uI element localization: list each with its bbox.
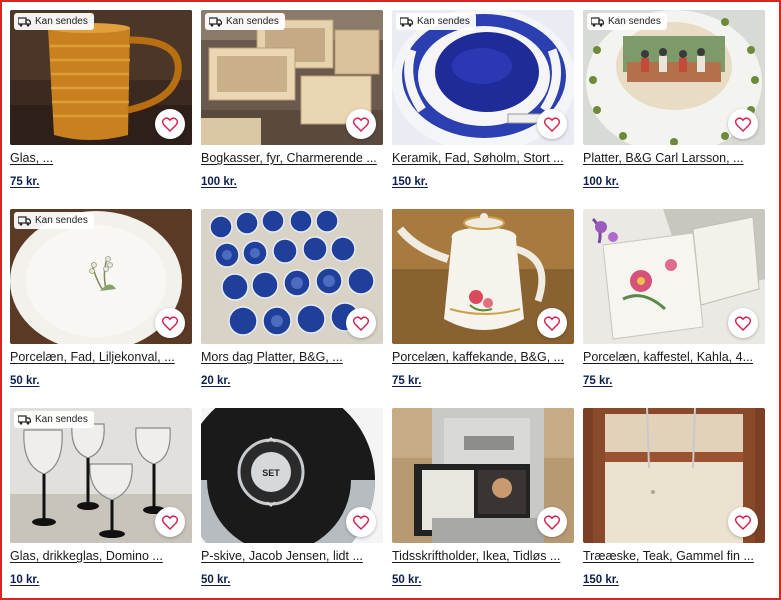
favorite-button[interactable] <box>155 109 185 139</box>
shipping-badge-label: Kan sendes <box>226 16 279 27</box>
favorite-button[interactable] <box>728 109 758 139</box>
listing-card[interactable]: Mors dag Platter, B&G, ... 20 kr. <box>201 209 383 389</box>
listing-card[interactable]: Porcelæn, kaffekande, B&G, ... 75 kr. <box>392 209 574 389</box>
listing-title[interactable]: Bogkasser, fyr, Charmerende ... <box>201 150 383 166</box>
heart-icon <box>544 315 560 331</box>
listing-image[interactable] <box>201 209 383 344</box>
listing-image[interactable]: Kan sendes <box>201 10 383 145</box>
listing-title[interactable]: Glas, drikkeglas, Domino ... <box>10 548 192 564</box>
listing-image[interactable] <box>392 408 574 543</box>
listing-card[interactable]: Trææske, Teak, Gammel fin ... 150 kr. <box>583 408 765 588</box>
shipping-badge: Kan sendes <box>396 13 476 30</box>
listing-price[interactable]: 150 kr. <box>583 574 619 586</box>
shipping-badge: Kan sendes <box>14 212 94 229</box>
listing-title[interactable]: Platter, B&G Carl Larsson, ... <box>583 150 765 166</box>
favorite-button[interactable] <box>728 308 758 338</box>
listing-image[interactable] <box>583 209 765 344</box>
listing-title[interactable]: P-skive, Jacob Jensen, lidt ... <box>201 548 383 564</box>
heart-icon <box>353 315 369 331</box>
listing-price[interactable]: 75 kr. <box>583 375 612 387</box>
listing-image[interactable]: Kan sendes <box>10 209 192 344</box>
truck-icon <box>18 414 31 425</box>
listing-image[interactable] <box>392 209 574 344</box>
favorite-button[interactable] <box>537 109 567 139</box>
heart-icon <box>735 514 751 530</box>
truck-icon <box>18 215 31 226</box>
shipping-badge: Kan sendes <box>14 411 94 428</box>
heart-icon <box>735 116 751 132</box>
listing-price[interactable]: 100 kr. <box>201 176 237 188</box>
heart-icon <box>735 315 751 331</box>
listing-card[interactable]: Kan sendes Porcelæn, Fad, Liljekonval, .… <box>10 209 192 389</box>
listing-card[interactable]: SET P-skive, Jacob Jensen, lidt ... 50 k… <box>201 408 383 588</box>
shipping-badge-label: Kan sendes <box>417 16 470 27</box>
listing-card[interactable]: Tidsskriftholder, Ikea, Tidløs ... 50 kr… <box>392 408 574 588</box>
truck-icon <box>18 16 31 27</box>
listing-price[interactable]: 50 kr. <box>392 574 421 586</box>
heart-icon <box>162 514 178 530</box>
shipping-badge-label: Kan sendes <box>35 414 88 425</box>
listing-title[interactable]: Keramik, Fad, Søholm, Stort ... <box>392 150 574 166</box>
shipping-badge-label: Kan sendes <box>35 16 88 27</box>
shipping-badge-label: Kan sendes <box>608 16 661 27</box>
listing-title[interactable]: Glas, ... <box>10 150 192 166</box>
listing-title[interactable]: Trææske, Teak, Gammel fin ... <box>583 548 765 564</box>
truck-icon <box>591 16 604 27</box>
listing-card[interactable]: Kan sendes Bogkasser, fyr, Charmerende .… <box>201 10 383 190</box>
listing-image[interactable]: Kan sendes <box>392 10 574 145</box>
favorite-button[interactable] <box>728 507 758 537</box>
heart-icon <box>544 116 560 132</box>
listing-price[interactable]: 20 kr. <box>201 375 230 387</box>
favorite-button[interactable] <box>537 308 567 338</box>
listing-title[interactable]: Porcelæn, kaffestel, Kahla, 4... <box>583 349 765 365</box>
listing-image[interactable]: Kan sendes <box>583 10 765 145</box>
favorite-button[interactable] <box>346 308 376 338</box>
listing-title[interactable]: Porcelæn, kaffekande, B&G, ... <box>392 349 574 365</box>
favorite-button[interactable] <box>346 109 376 139</box>
listing-title[interactable]: Tidsskriftholder, Ikea, Tidløs ... <box>392 548 574 564</box>
listing-card[interactable]: Kan sendes Keramik, Fad, Søholm, Stort .… <box>392 10 574 190</box>
favorite-button[interactable] <box>155 308 185 338</box>
shipping-badge: Kan sendes <box>587 13 667 30</box>
shipping-badge: Kan sendes <box>14 13 94 30</box>
heart-icon <box>162 315 178 331</box>
truck-icon <box>400 16 413 27</box>
listing-card[interactable]: Kan sendes Glas, drikkeglas, Domino ... … <box>10 408 192 588</box>
listing-price[interactable]: 50 kr. <box>201 574 230 586</box>
dial-label: SET <box>262 468 280 478</box>
shipping-badge-label: Kan sendes <box>35 215 88 226</box>
listing-price[interactable]: 150 kr. <box>392 176 428 188</box>
listing-price[interactable]: 75 kr. <box>392 375 421 387</box>
favorite-button[interactable] <box>346 507 376 537</box>
listing-price[interactable]: 10 kr. <box>10 574 39 586</box>
heart-icon <box>544 514 560 530</box>
listing-card[interactable]: Porcelæn, kaffestel, Kahla, 4... 75 kr. <box>583 209 765 389</box>
listing-price[interactable]: 100 kr. <box>583 176 619 188</box>
listing-card[interactable]: Kan sendes Glas, ... 75 kr. <box>10 10 192 190</box>
listing-card[interactable]: Kan sendes Platter, B&G Carl Larsson, ..… <box>583 10 765 190</box>
truck-icon <box>209 16 222 27</box>
shipping-badge: Kan sendes <box>205 13 285 30</box>
listing-image[interactable] <box>583 408 765 543</box>
listing-grid-panel: Kan sendes Glas, ... 75 kr. Kan sendes B… <box>0 0 781 600</box>
listing-image[interactable]: Kan sendes <box>10 408 192 543</box>
listing-image[interactable]: Kan sendes <box>10 10 192 145</box>
listing-price[interactable]: 50 kr. <box>10 375 39 387</box>
heart-icon <box>162 116 178 132</box>
heart-icon <box>353 116 369 132</box>
listing-title[interactable]: Mors dag Platter, B&G, ... <box>201 349 383 365</box>
favorite-button[interactable] <box>537 507 567 537</box>
listing-image[interactable]: SET <box>201 408 383 543</box>
favorite-button[interactable] <box>155 507 185 537</box>
listing-price[interactable]: 75 kr. <box>10 176 39 188</box>
heart-icon <box>353 514 369 530</box>
listing-title[interactable]: Porcelæn, Fad, Liljekonval, ... <box>10 349 192 365</box>
